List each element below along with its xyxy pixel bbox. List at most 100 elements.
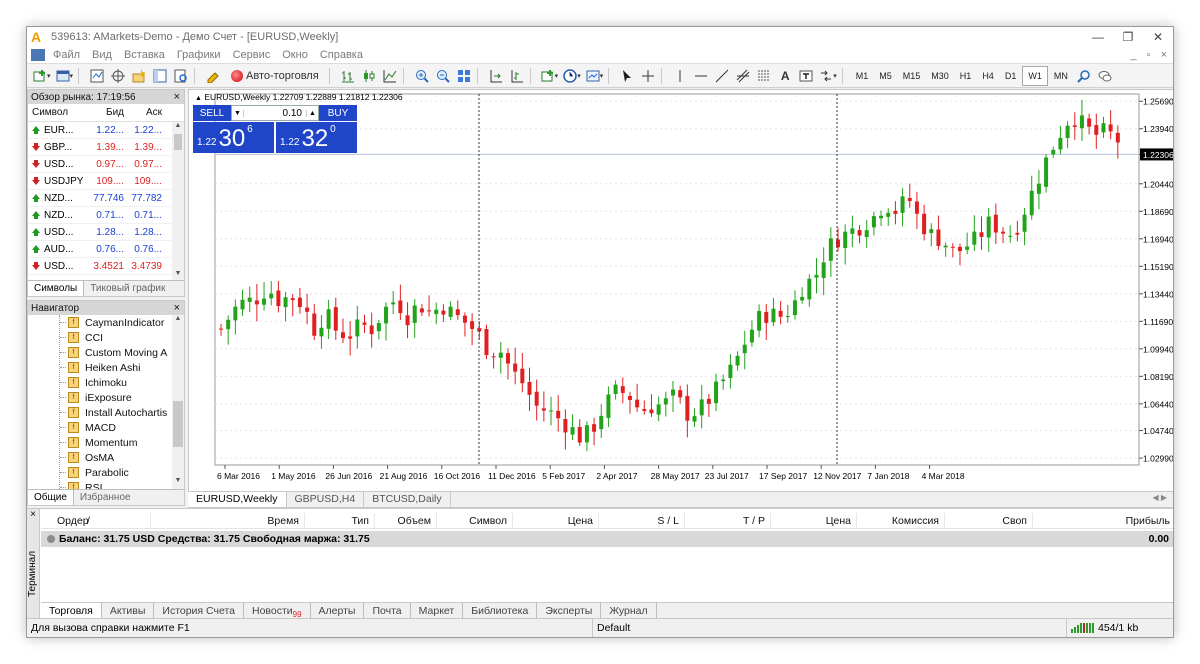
timeframe-h4[interactable]: H4 bbox=[977, 66, 999, 86]
chart-shift-button[interactable] bbox=[507, 66, 527, 86]
menu-tools[interactable]: Сервис bbox=[227, 49, 277, 61]
navigator-item[interactable]: f Custom Moving A bbox=[28, 345, 184, 360]
navigator-scrollbar[interactable]: ▲ ▼ bbox=[172, 315, 184, 489]
market-watch-row[interactable]: USDJPY 109.... 109.... bbox=[28, 173, 184, 190]
close-button[interactable]: ✕ bbox=[1143, 30, 1173, 44]
lot-increase-icon[interactable]: ▲ bbox=[306, 109, 318, 117]
column-type[interactable]: Тип bbox=[305, 513, 375, 528]
indicators-button[interactable]: ▾ bbox=[539, 66, 561, 86]
timeframe-mn[interactable]: MN bbox=[1049, 66, 1073, 86]
tab-common[interactable]: Общие bbox=[28, 490, 74, 505]
timeframe-m15[interactable]: M15 bbox=[898, 66, 926, 86]
timeframe-m30[interactable]: M30 bbox=[926, 66, 954, 86]
autoscroll-button[interactable] bbox=[486, 66, 506, 86]
data-window-button[interactable] bbox=[108, 66, 128, 86]
arrows-button[interactable]: ▾ bbox=[817, 66, 839, 86]
timeframe-m5[interactable]: M5 bbox=[874, 66, 897, 86]
column-order[interactable]: Ордер bbox=[41, 513, 89, 528]
sell-button[interactable]: SELL bbox=[193, 105, 231, 121]
column-tp[interactable]: T / P bbox=[685, 513, 771, 528]
lot-size-input[interactable]: ▼ 0.10 ▲ bbox=[231, 105, 319, 121]
column-sl[interactable]: S / L bbox=[599, 513, 685, 528]
market-watch-row[interactable]: USD... 0.97... 0.97... bbox=[28, 156, 184, 173]
chart-window[interactable]: 1.25690 1.23940 1.22306 1.20440 1.18690 1.169… bbox=[188, 89, 1173, 492]
status-profile[interactable]: Default bbox=[592, 619, 1066, 637]
buy-price-button[interactable]: 1.22 32 0 bbox=[276, 122, 357, 153]
navigator-button[interactable] bbox=[129, 66, 149, 86]
buy-button[interactable]: BUY bbox=[319, 105, 357, 121]
terminal-button[interactable] bbox=[150, 66, 170, 86]
navigator-item[interactable]: f Parabolic bbox=[28, 465, 184, 480]
menu-charts[interactable]: Графики bbox=[171, 49, 227, 61]
tab-symbols[interactable]: Символы bbox=[28, 281, 85, 296]
minimize-button[interactable]: — bbox=[1083, 30, 1113, 44]
profiles-button[interactable]: ▾ bbox=[54, 66, 76, 86]
zoom-in-button[interactable] bbox=[412, 66, 432, 86]
restore-button[interactable]: ❐ bbox=[1113, 30, 1143, 44]
timeframe-m1[interactable]: M1 bbox=[851, 66, 874, 86]
chart-tab-scroll-icon[interactable]: ◀ ▶ bbox=[1144, 492, 1173, 507]
vertical-line-button[interactable] bbox=[670, 66, 690, 86]
line-chart-button[interactable] bbox=[380, 66, 400, 86]
terminal-close-icon[interactable]: × bbox=[27, 509, 39, 520]
navigator-close-icon[interactable]: × bbox=[174, 302, 184, 314]
trendline-button[interactable] bbox=[712, 66, 732, 86]
templates-button[interactable]: ▾ bbox=[584, 66, 606, 86]
menu-file[interactable]: Файл bbox=[47, 49, 86, 61]
column-time[interactable]: Время bbox=[151, 513, 305, 528]
fibonacci-button[interactable] bbox=[754, 66, 774, 86]
channel-button[interactable] bbox=[733, 66, 753, 86]
market-watch-row[interactable]: USD... 3.4521 3.4739 bbox=[28, 258, 184, 275]
column-current-price[interactable]: Цена bbox=[771, 513, 857, 528]
chart-tab-btcusd-daily[interactable]: BTCUSD,Daily bbox=[364, 492, 451, 507]
navigator-item[interactable]: f Ichimoku bbox=[28, 375, 184, 390]
timeframe-w1[interactable]: W1 bbox=[1022, 65, 1048, 86]
navigator-item[interactable]: f Momentum bbox=[28, 435, 184, 450]
market-watch-row[interactable]: NZD... 77.746 77.782 bbox=[28, 190, 184, 207]
market-watch-row[interactable]: AUD... 0.76... 0.76... bbox=[28, 241, 184, 258]
tile-windows-button[interactable] bbox=[454, 66, 474, 86]
navigator-item[interactable]: f CCI bbox=[28, 330, 184, 345]
column-price[interactable]: Цена bbox=[513, 513, 599, 528]
navigator-item[interactable]: f CaymanIndicator bbox=[28, 315, 184, 330]
sell-price-button[interactable]: 1.22 30 6 bbox=[193, 122, 274, 153]
strategy-tester-button[interactable] bbox=[171, 66, 191, 86]
column-bid[interactable]: Бид bbox=[90, 107, 128, 118]
lot-dropdown-icon[interactable]: ▼ bbox=[232, 109, 244, 117]
column-swap[interactable]: Своп bbox=[945, 513, 1033, 528]
market-watch-row[interactable]: USD... 1.28... 1.28... bbox=[28, 224, 184, 241]
market-watch-row[interactable]: NZD... 0.71... 0.71... bbox=[28, 207, 184, 224]
zoom-out-button[interactable] bbox=[433, 66, 453, 86]
chat-button[interactable] bbox=[1095, 66, 1115, 86]
column-volume[interactable]: Объем bbox=[375, 513, 437, 528]
market-watch-close-icon[interactable]: × bbox=[174, 91, 184, 103]
crosshair-tool-button[interactable] bbox=[638, 66, 658, 86]
market-watch-row[interactable]: EUR... 1.22... 1.22... bbox=[28, 122, 184, 139]
navigator-item[interactable]: f OsMA bbox=[28, 450, 184, 465]
column-symbol-term[interactable]: Символ bbox=[437, 513, 513, 528]
navigator-item[interactable]: f iExposure bbox=[28, 390, 184, 405]
navigator-item[interactable]: f MACD bbox=[28, 420, 184, 435]
horizontal-line-button[interactable] bbox=[691, 66, 711, 86]
tab-favorites[interactable]: Избранное bbox=[74, 490, 137, 505]
chart-tab-eurusd-weekly[interactable]: EURUSD,Weekly bbox=[188, 492, 287, 507]
market-watch-button[interactable] bbox=[87, 66, 107, 86]
menu-window[interactable]: Окно bbox=[276, 49, 314, 61]
menu-view[interactable]: Вид bbox=[86, 49, 118, 61]
new-chart-button[interactable]: ▾ bbox=[31, 66, 53, 86]
market-watch-row[interactable]: GBP... 1.39... 1.39... bbox=[28, 139, 184, 156]
timeframe-h1[interactable]: H1 bbox=[955, 66, 977, 86]
metaeditor-button[interactable] bbox=[203, 66, 223, 86]
mdi-restore-button[interactable]: ▫ bbox=[1147, 49, 1151, 61]
periods-button[interactable]: ▾ bbox=[561, 66, 583, 86]
menu-insert[interactable]: Вставка bbox=[118, 49, 171, 61]
navigator-item[interactable]: f Heiken Ashi bbox=[28, 360, 184, 375]
column-profit[interactable]: Прибыль bbox=[1033, 513, 1173, 528]
chart-tab-gbpusd-h4[interactable]: GBPUSD,H4 bbox=[287, 492, 365, 507]
navigator-item[interactable]: f RSI bbox=[28, 480, 184, 489]
column-commission[interactable]: Комиссия bbox=[857, 513, 945, 528]
market-watch-scrollbar[interactable]: ▲ ▼ bbox=[172, 122, 184, 282]
column-symbol[interactable]: Символ bbox=[28, 107, 90, 118]
text-label-button[interactable] bbox=[796, 66, 816, 86]
navigator-item[interactable]: f Install Autochartis bbox=[28, 405, 184, 420]
